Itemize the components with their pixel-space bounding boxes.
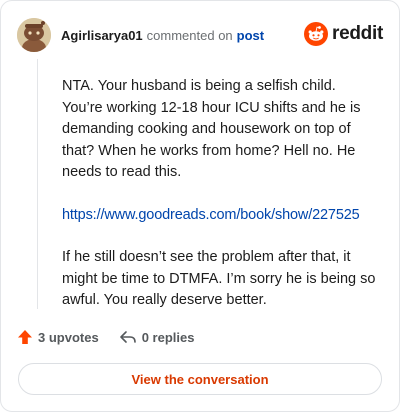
thread-line: [37, 59, 38, 309]
username-link[interactable]: Agirlisarya01: [61, 28, 143, 43]
comment-paragraph: NTA. Your husband is being a selfish chi…: [62, 78, 361, 180]
reddit-brand[interactable]: reddit: [304, 22, 383, 46]
comment-header: Agirlisarya01 commented on post reddit: [17, 17, 383, 53]
upvote-arrow-icon: [18, 330, 32, 344]
action-text: commented on: [146, 27, 233, 43]
user-avatar[interactable]: [17, 18, 51, 52]
view-conversation-button[interactable]: View the conversation: [18, 363, 382, 395]
brand-wordmark: reddit: [332, 23, 383, 44]
replies-count: 0 replies: [141, 329, 195, 345]
reply-button[interactable]: 0 replies: [119, 329, 195, 345]
comment-body: NTA. Your husband is being a selfish chi…: [62, 76, 378, 333]
comment-meta: Agirlisarya01 commented on post: [61, 28, 264, 43]
upvotes-count: 3 upvotes: [38, 329, 99, 345]
upvote-button[interactable]: 3 upvotes: [17, 329, 99, 345]
post-link[interactable]: post: [237, 28, 264, 43]
snoo-avatar-icon: [17, 18, 51, 52]
comment-paragraph: If he still doesn’t see the problem afte…: [62, 249, 376, 308]
comment-link[interactable]: https://www.goodreads.com/book/show/2275…: [62, 207, 360, 223]
comment-card: Agirlisarya01 commented on post reddit N…: [0, 0, 400, 412]
comment-actions: 3 upvotes 0 replies: [17, 329, 214, 345]
reddit-logo-icon: [304, 22, 329, 46]
reply-arrow-icon: [119, 331, 136, 343]
